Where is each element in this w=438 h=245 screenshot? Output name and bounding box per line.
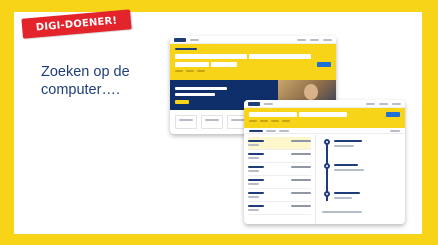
nav-link xyxy=(310,38,319,41)
screenshot-results xyxy=(244,100,405,224)
nav-link xyxy=(323,38,332,41)
stop-marker xyxy=(324,163,330,169)
list-item xyxy=(248,189,311,202)
site-header xyxy=(170,36,336,44)
results-list xyxy=(244,135,316,224)
to-field xyxy=(249,54,311,59)
from-field xyxy=(175,54,247,59)
results-filterbar xyxy=(244,128,405,134)
list-item xyxy=(248,176,311,189)
search-button xyxy=(386,112,400,117)
headline-text: Zoeken op de computer…. xyxy=(41,64,130,98)
search-button xyxy=(317,62,331,67)
search-panel-title xyxy=(175,48,197,50)
date-field xyxy=(175,62,209,67)
search-panel xyxy=(170,44,336,80)
badge-label: DIGI-DOENER! xyxy=(35,14,118,34)
nav-link xyxy=(297,38,306,41)
list-item xyxy=(248,137,311,150)
nav-link xyxy=(190,38,199,41)
stop-marker xyxy=(324,191,330,197)
stop-marker xyxy=(324,139,330,145)
time-field xyxy=(211,62,237,67)
site-header xyxy=(244,100,405,108)
search-panel xyxy=(244,108,405,128)
list-item xyxy=(248,202,311,215)
list-item xyxy=(248,163,311,176)
banner-button xyxy=(175,100,189,104)
journey-details xyxy=(316,135,405,224)
ns-logo-icon xyxy=(174,37,186,42)
ns-logo-icon xyxy=(248,101,260,106)
list-item xyxy=(248,150,311,163)
